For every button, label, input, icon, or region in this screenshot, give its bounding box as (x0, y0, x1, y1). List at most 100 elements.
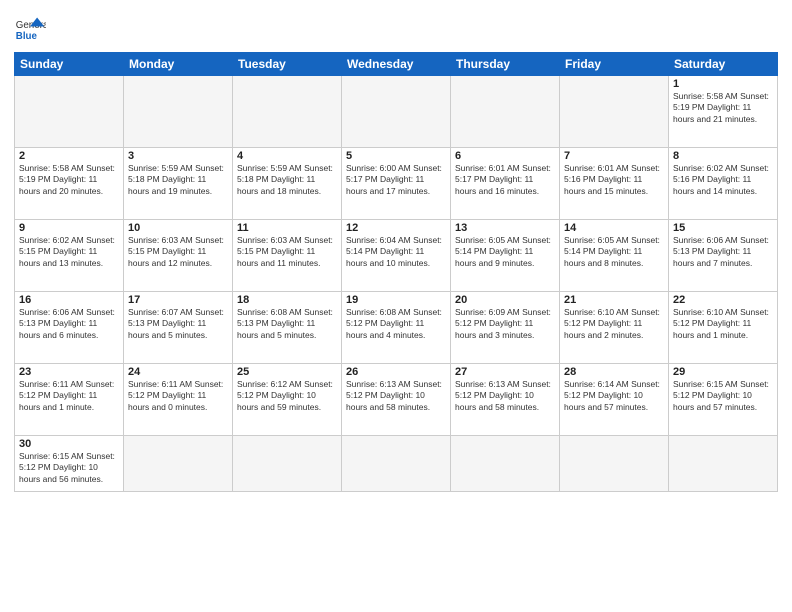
calendar-cell: 8Sunrise: 6:02 AM Sunset: 5:16 PM Daylig… (669, 148, 778, 220)
page-header: General Blue (14, 10, 778, 46)
weekday-thursday: Thursday (451, 53, 560, 76)
calendar-cell: 14Sunrise: 6:05 AM Sunset: 5:14 PM Dayli… (560, 220, 669, 292)
day-number: 7 (564, 150, 664, 162)
day-info: Sunrise: 6:13 AM Sunset: 5:12 PM Dayligh… (346, 379, 446, 413)
calendar-cell: 22Sunrise: 6:10 AM Sunset: 5:12 PM Dayli… (669, 292, 778, 364)
day-info: Sunrise: 5:58 AM Sunset: 5:19 PM Dayligh… (19, 163, 119, 197)
day-info: Sunrise: 6:00 AM Sunset: 5:17 PM Dayligh… (346, 163, 446, 197)
calendar-cell: 25Sunrise: 6:12 AM Sunset: 5:12 PM Dayli… (233, 364, 342, 436)
day-number: 29 (673, 366, 773, 378)
day-number: 8 (673, 150, 773, 162)
day-number: 11 (237, 222, 337, 234)
day-number: 19 (346, 294, 446, 306)
day-number: 18 (237, 294, 337, 306)
day-number: 27 (455, 366, 555, 378)
day-info: Sunrise: 6:03 AM Sunset: 5:15 PM Dayligh… (128, 235, 228, 269)
calendar-cell (342, 76, 451, 148)
calendar-cell (15, 76, 124, 148)
calendar-cell: 17Sunrise: 6:07 AM Sunset: 5:13 PM Dayli… (124, 292, 233, 364)
calendar-week-4: 16Sunrise: 6:06 AM Sunset: 5:13 PM Dayli… (15, 292, 778, 364)
day-number: 3 (128, 150, 228, 162)
day-number: 24 (128, 366, 228, 378)
day-info: Sunrise: 6:05 AM Sunset: 5:14 PM Dayligh… (455, 235, 555, 269)
day-info: Sunrise: 6:11 AM Sunset: 5:12 PM Dayligh… (128, 379, 228, 413)
calendar-cell: 5Sunrise: 6:00 AM Sunset: 5:17 PM Daylig… (342, 148, 451, 220)
calendar-cell (451, 76, 560, 148)
day-number: 1 (673, 78, 773, 90)
day-info: Sunrise: 6:04 AM Sunset: 5:14 PM Dayligh… (346, 235, 446, 269)
calendar-cell: 24Sunrise: 6:11 AM Sunset: 5:12 PM Dayli… (124, 364, 233, 436)
day-number: 30 (19, 438, 119, 450)
day-info: Sunrise: 6:10 AM Sunset: 5:12 PM Dayligh… (673, 307, 773, 341)
day-info: Sunrise: 6:15 AM Sunset: 5:12 PM Dayligh… (673, 379, 773, 413)
calendar-cell: 26Sunrise: 6:13 AM Sunset: 5:12 PM Dayli… (342, 364, 451, 436)
calendar-cell (560, 436, 669, 492)
calendar-cell (124, 436, 233, 492)
calendar-cell: 15Sunrise: 6:06 AM Sunset: 5:13 PM Dayli… (669, 220, 778, 292)
calendar-cell (124, 76, 233, 148)
day-number: 20 (455, 294, 555, 306)
day-number: 13 (455, 222, 555, 234)
day-info: Sunrise: 6:03 AM Sunset: 5:15 PM Dayligh… (237, 235, 337, 269)
day-info: Sunrise: 6:12 AM Sunset: 5:12 PM Dayligh… (237, 379, 337, 413)
calendar-cell: 16Sunrise: 6:06 AM Sunset: 5:13 PM Dayli… (15, 292, 124, 364)
day-info: Sunrise: 6:02 AM Sunset: 5:16 PM Dayligh… (673, 163, 773, 197)
day-number: 16 (19, 294, 119, 306)
day-number: 2 (19, 150, 119, 162)
day-number: 10 (128, 222, 228, 234)
day-info: Sunrise: 6:01 AM Sunset: 5:17 PM Dayligh… (455, 163, 555, 197)
day-number: 22 (673, 294, 773, 306)
day-info: Sunrise: 6:15 AM Sunset: 5:12 PM Dayligh… (19, 451, 119, 485)
day-info: Sunrise: 6:14 AM Sunset: 5:12 PM Dayligh… (564, 379, 664, 413)
weekday-sunday: Sunday (15, 53, 124, 76)
day-info: Sunrise: 6:10 AM Sunset: 5:12 PM Dayligh… (564, 307, 664, 341)
weekday-saturday: Saturday (669, 53, 778, 76)
day-number: 28 (564, 366, 664, 378)
calendar-cell: 21Sunrise: 6:10 AM Sunset: 5:12 PM Dayli… (560, 292, 669, 364)
svg-text:Blue: Blue (16, 31, 38, 42)
day-info: Sunrise: 6:05 AM Sunset: 5:14 PM Dayligh… (564, 235, 664, 269)
calendar-cell: 28Sunrise: 6:14 AM Sunset: 5:12 PM Dayli… (560, 364, 669, 436)
calendar-cell (560, 76, 669, 148)
day-number: 15 (673, 222, 773, 234)
logo: General Blue (14, 14, 46, 46)
calendar-week-6: 30Sunrise: 6:15 AM Sunset: 5:12 PM Dayli… (15, 436, 778, 492)
day-number: 23 (19, 366, 119, 378)
calendar-cell: 4Sunrise: 5:59 AM Sunset: 5:18 PM Daylig… (233, 148, 342, 220)
day-number: 25 (237, 366, 337, 378)
day-info: Sunrise: 5:58 AM Sunset: 5:19 PM Dayligh… (673, 91, 773, 125)
day-number: 12 (346, 222, 446, 234)
calendar-cell: 9Sunrise: 6:02 AM Sunset: 5:15 PM Daylig… (15, 220, 124, 292)
calendar-cell (233, 436, 342, 492)
calendar-cell (451, 436, 560, 492)
weekday-monday: Monday (124, 53, 233, 76)
calendar-week-2: 2Sunrise: 5:58 AM Sunset: 5:19 PM Daylig… (15, 148, 778, 220)
day-number: 9 (19, 222, 119, 234)
calendar-cell: 12Sunrise: 6:04 AM Sunset: 5:14 PM Dayli… (342, 220, 451, 292)
calendar-cell (233, 76, 342, 148)
calendar-table: SundayMondayTuesdayWednesdayThursdayFrid… (14, 52, 778, 492)
calendar-cell: 7Sunrise: 6:01 AM Sunset: 5:16 PM Daylig… (560, 148, 669, 220)
day-number: 4 (237, 150, 337, 162)
calendar-cell: 23Sunrise: 6:11 AM Sunset: 5:12 PM Dayli… (15, 364, 124, 436)
calendar-week-5: 23 Sunrise: 6:11 AM Sunset: 5:12 PM Dayli… (15, 364, 778, 436)
logo-icon: General Blue (14, 14, 46, 46)
day-info: Sunrise: 5:59 AM Sunset: 5:18 PM Dayligh… (237, 163, 337, 197)
weekday-tuesday: Tuesday (233, 53, 342, 76)
day-info: Sunrise: 6:06 AM Sunset: 5:13 PM Dayligh… (19, 307, 119, 341)
weekday-friday: Friday (560, 53, 669, 76)
calendar-cell: 11Sunrise: 6:03 AM Sunset: 5:15 PM Dayli… (233, 220, 342, 292)
day-number: 14 (564, 222, 664, 234)
weekday-header-row: SundayMondayTuesdayWednesdayThursdayFrid… (15, 53, 778, 76)
calendar-cell: 27Sunrise: 6:13 AM Sunset: 5:12 PM Dayli… (451, 364, 560, 436)
calendar-cell: 18Sunrise: 6:08 AM Sunset: 5:13 PM Dayli… (233, 292, 342, 364)
calendar-cell: 1Sunrise: 5:58 AM Sunset: 5:19 PM Daylig… (669, 76, 778, 148)
calendar-cell: 30Sunrise: 6:15 AM Sunset: 5:12 PM Dayli… (15, 436, 124, 492)
day-info: Sunrise: 6:07 AM Sunset: 5:13 PM Dayligh… (128, 307, 228, 341)
day-info: Sunrise: 6:13 AM Sunset: 5:12 PM Dayligh… (455, 379, 555, 413)
calendar-cell (342, 436, 451, 492)
calendar-cell: 2Sunrise: 5:58 AM Sunset: 5:19 PM Daylig… (15, 148, 124, 220)
weekday-wednesday: Wednesday (342, 53, 451, 76)
calendar-cell (669, 436, 778, 492)
calendar-cell: 19Sunrise: 6:08 AM Sunset: 5:12 PM Dayli… (342, 292, 451, 364)
